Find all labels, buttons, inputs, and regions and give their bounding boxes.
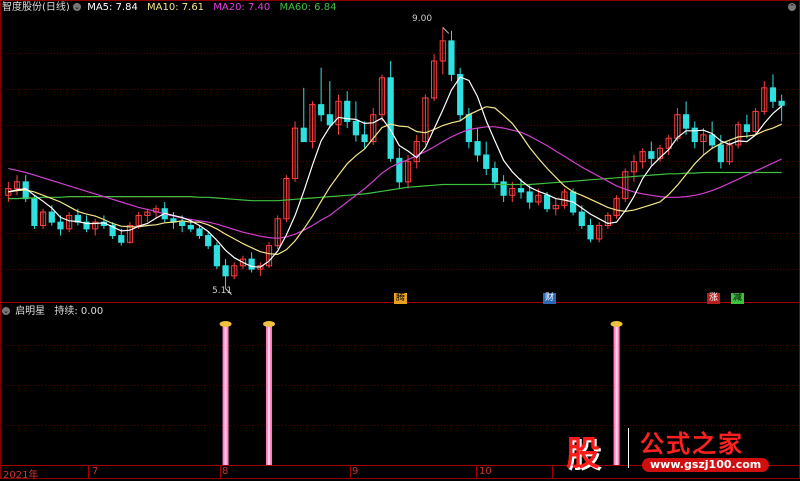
candle-body bbox=[769, 87, 777, 102]
sub-title: 启明星 bbox=[15, 306, 46, 317]
signal-bar-core bbox=[268, 324, 271, 465]
candle-body bbox=[491, 167, 499, 183]
candle-body bbox=[222, 265, 229, 277]
signal-cap bbox=[610, 321, 623, 327]
ma20-label: MA20: 7.40 bbox=[213, 2, 271, 13]
candle-body bbox=[361, 134, 368, 143]
main-title: 智度股份(日线) bbox=[2, 2, 70, 13]
candle-body bbox=[587, 225, 594, 240]
kline-chart[interactable] bbox=[0, 0, 800, 479]
candle-body bbox=[743, 124, 751, 132]
signal-cap bbox=[263, 321, 276, 327]
event-tag-zhang[interactable]: 涨 bbox=[707, 293, 721, 304]
x-label-8: 8 bbox=[222, 466, 229, 477]
candle-body bbox=[483, 154, 490, 169]
candle-body bbox=[387, 77, 394, 159]
candle-body bbox=[717, 144, 724, 163]
signal-cap bbox=[219, 321, 232, 327]
candle-body bbox=[465, 114, 472, 143]
candle-body bbox=[648, 151, 655, 159]
high-marker bbox=[442, 27, 450, 34]
candle-body bbox=[578, 211, 585, 226]
collapse-icon[interactable]: ⌃ bbox=[788, 3, 796, 11]
ma10-line bbox=[8, 106, 782, 256]
watermark-divider bbox=[628, 428, 629, 468]
candle-body bbox=[778, 100, 785, 106]
candle-body bbox=[48, 211, 55, 223]
candle-body bbox=[682, 114, 690, 129]
candle-body bbox=[543, 194, 551, 210]
candle-body bbox=[57, 221, 64, 230]
candle-body bbox=[352, 120, 360, 136]
candle-body bbox=[448, 40, 455, 75]
candle-body bbox=[179, 221, 186, 226]
candle-body bbox=[118, 235, 125, 243]
chevron-down-icon[interactable]: ⌄ bbox=[73, 3, 81, 11]
signal-bar-core bbox=[224, 324, 227, 465]
candle-body bbox=[526, 191, 533, 203]
candle-body bbox=[300, 127, 307, 143]
ma5-label: MA5: 7.84 bbox=[87, 2, 138, 13]
candle-body bbox=[709, 134, 716, 146]
candle-body bbox=[187, 225, 194, 230]
candle-body bbox=[205, 235, 212, 247]
candle-body bbox=[196, 228, 203, 237]
candle-body bbox=[326, 114, 333, 126]
candle-body bbox=[31, 198, 38, 226]
candle-body bbox=[248, 258, 255, 270]
ma60-label: MA60: 6.84 bbox=[279, 2, 337, 13]
candle-body bbox=[517, 188, 525, 193]
ma10-label: MA10: 7.61 bbox=[147, 2, 205, 13]
sub-header: ⌄ 启明星 持续: 0.00 bbox=[2, 306, 103, 318]
candle-body bbox=[318, 104, 325, 116]
watermark-url: www.gszj100.com bbox=[642, 458, 770, 472]
watermark-logo-icon: 股 bbox=[556, 424, 616, 474]
main-header: 智度股份(日线) ⌄ MA5: 7.84 MA10: 7.61 MA20: 7.… bbox=[2, 2, 336, 14]
watermark-glyph: 股 bbox=[566, 434, 600, 474]
sub-value: 持续: 0.00 bbox=[54, 306, 104, 317]
candle-body bbox=[474, 141, 481, 156]
event-tag-cai[interactable]: 财 bbox=[543, 293, 557, 304]
x-label-10: 10 bbox=[479, 466, 492, 477]
high-annotation: 9.00 bbox=[412, 14, 433, 24]
watermark-title: 公式之家 bbox=[640, 429, 744, 458]
low-annotation: 5.11 bbox=[212, 286, 233, 296]
x-label-9: 9 bbox=[352, 466, 359, 477]
candle-body bbox=[213, 245, 220, 267]
x-label-7: 7 bbox=[92, 466, 99, 477]
event-tag-jian[interactable]: 减 bbox=[731, 293, 745, 304]
chevron-down-icon[interactable]: ⌄ bbox=[2, 307, 10, 315]
candle-body bbox=[500, 181, 507, 196]
event-tag-teng[interactable]: 腾 bbox=[394, 293, 408, 304]
